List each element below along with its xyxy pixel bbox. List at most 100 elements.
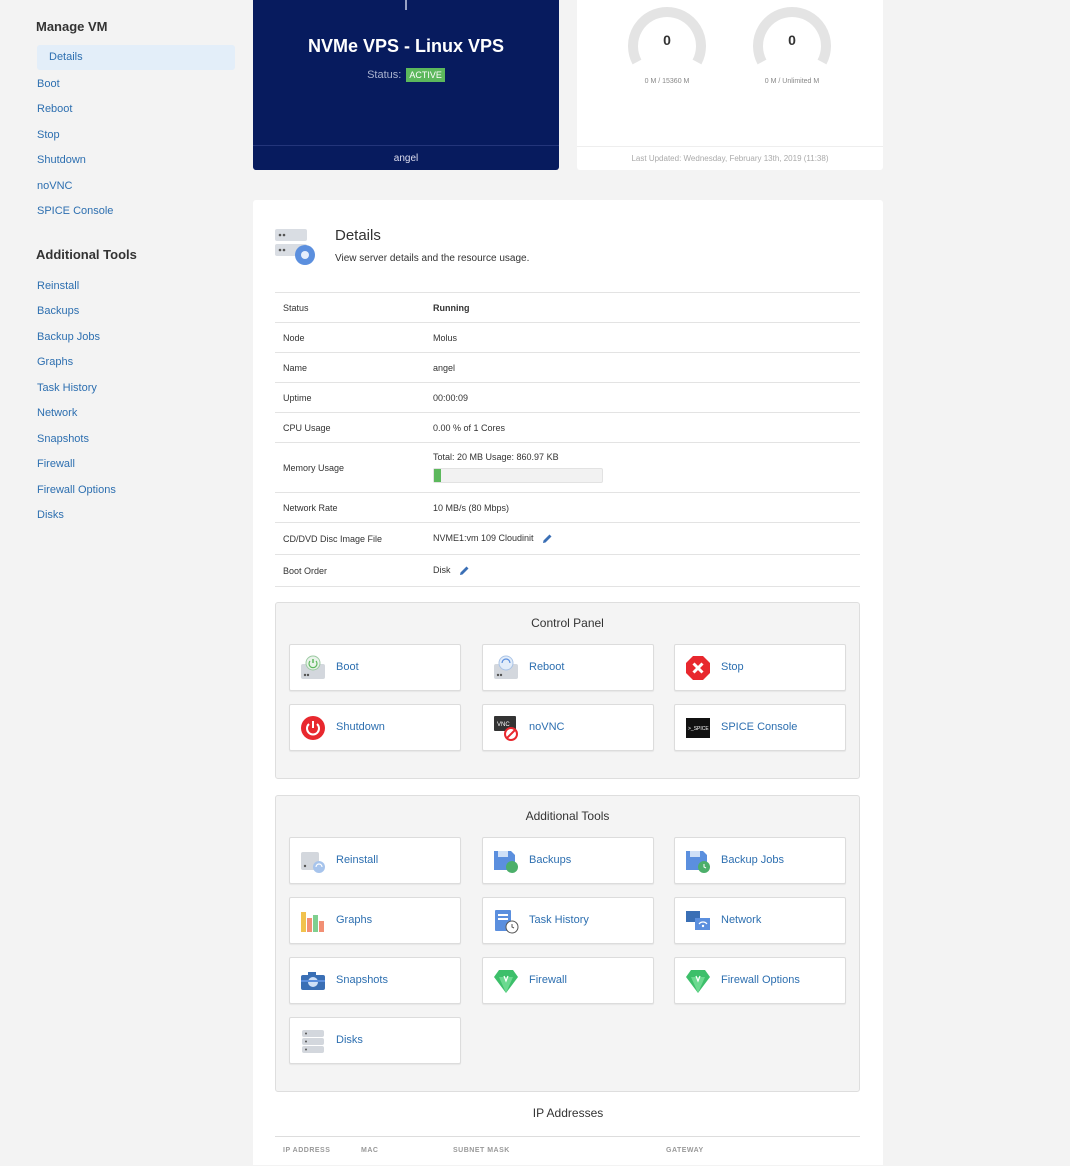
sidebar-item-details[interactable]: Details xyxy=(37,45,235,70)
reboot-icon xyxy=(494,655,518,679)
row-label: CPU Usage xyxy=(275,412,425,443)
tile-label: Snapshots xyxy=(336,974,388,986)
edit-pencil-icon[interactable] xyxy=(542,533,553,544)
svg-text:>_SPICE: >_SPICE xyxy=(688,726,709,732)
memory-progress-bar xyxy=(433,468,603,483)
details-panel: Details View server details and the reso… xyxy=(253,200,883,1165)
edit-pencil-icon[interactable] xyxy=(459,565,470,576)
sidebar-item-firewall[interactable]: Firewall xyxy=(37,458,75,470)
cube-logo-icon xyxy=(405,0,407,10)
disks-button[interactable]: Disks xyxy=(289,1017,461,1064)
sidebar-item-backups[interactable]: Backups xyxy=(37,305,79,317)
sidebar-item-graphs[interactable]: Graphs xyxy=(37,356,73,368)
last-updated: Last Updated: Wednesday, February 13th, … xyxy=(577,146,883,171)
task-history-icon xyxy=(495,910,519,934)
disks-icon xyxy=(302,1030,324,1053)
stop-icon xyxy=(686,656,710,680)
tile-label: Backups xyxy=(529,854,572,866)
tile-label: noVNC xyxy=(529,721,565,733)
backup-jobs-button[interactable]: Backup Jobs xyxy=(674,837,846,884)
sidebar-item-boot[interactable]: Boot xyxy=(37,78,60,90)
row-label: Boot Order xyxy=(275,554,425,587)
memory-progress-fill xyxy=(434,469,441,482)
cdrom-value: NVME1:vm 109 Cloudinit xyxy=(433,532,534,543)
sidebar-item-reinstall[interactable]: Reinstall xyxy=(37,280,79,292)
boot-button[interactable]: Boot xyxy=(289,644,461,691)
task-history-button[interactable]: Task History xyxy=(482,897,654,944)
status-label: Status: xyxy=(367,69,402,81)
status-badge: ACTIVE xyxy=(406,68,445,82)
row-label: Memory Usage xyxy=(275,442,425,493)
graphs-button[interactable]: Graphs xyxy=(289,897,461,944)
spice-console-button[interactable]: >_SPICE SPICE Console xyxy=(674,704,846,751)
sidebar-item-backup-jobs[interactable]: Backup Jobs xyxy=(37,331,100,343)
tile-label: Reinstall xyxy=(336,854,379,866)
tile-label: Task History xyxy=(529,914,589,926)
reboot-button[interactable]: Reboot xyxy=(482,644,654,691)
tile-label: Network xyxy=(721,914,762,926)
sidebar-item-firewall-options[interactable]: Firewall Options xyxy=(37,484,116,496)
tile-label: Firewall xyxy=(529,974,567,986)
bandwidth-gauge: 0 xyxy=(752,0,832,80)
sidebar-item-snapshots[interactable]: Snapshots xyxy=(37,433,89,445)
row-label: Name xyxy=(275,352,425,383)
sidebar-item-network[interactable]: Network xyxy=(37,407,77,419)
gauge-caption: 0 M / 15360 M xyxy=(644,78,690,85)
sidebar-item-label: Details xyxy=(49,51,83,63)
graphs-icon xyxy=(301,912,324,932)
table-row: Name angel xyxy=(275,352,860,383)
gauge-caption: 0 M / Unlimited M xyxy=(764,78,820,85)
sidebar-item-spice-console[interactable]: SPICE Console xyxy=(37,205,113,217)
tile-label: Firewall Options xyxy=(721,974,800,986)
boot-order-value: Disk xyxy=(433,564,451,575)
sidebar-item-stop[interactable]: Stop xyxy=(37,129,60,141)
name-value: angel xyxy=(425,352,860,383)
sidebar-item-disks[interactable]: Disks xyxy=(37,509,64,521)
shutdown-button[interactable]: Shutdown xyxy=(289,704,461,751)
table-row: Uptime 00:00:09 xyxy=(275,382,860,413)
table-row: Status Running xyxy=(275,292,860,323)
column-header: GATEWAY xyxy=(666,1147,704,1154)
column-header: SUBNET MASK xyxy=(453,1147,510,1154)
column-header: MAC xyxy=(361,1147,379,1154)
firewall-options-button[interactable]: Firewall Options xyxy=(674,957,846,1004)
reinstall-button[interactable]: Reinstall xyxy=(289,837,461,884)
table-row: Memory Usage Total: 20 MB Usage: 860.97 … xyxy=(275,442,860,493)
row-label: Network Rate xyxy=(275,492,425,523)
table-row: Boot Order Disk xyxy=(275,554,860,587)
server-icon xyxy=(275,229,315,265)
sidebar-item-reboot[interactable]: Reboot xyxy=(37,103,72,115)
product-title: NVMe VPS - Linux VPS xyxy=(307,36,505,56)
sidebar-item-novnc[interactable]: noVNC xyxy=(37,180,72,192)
row-label: Status xyxy=(275,292,425,323)
reinstall-icon xyxy=(301,852,325,873)
stop-button[interactable]: Stop xyxy=(674,644,846,691)
snapshots-icon xyxy=(301,972,325,990)
memory-value: Total: 20 MB Usage: 860.97 KB xyxy=(433,452,559,462)
table-row: CPU Usage 0.00 % of 1 Cores xyxy=(275,412,860,443)
snapshots-button[interactable]: Snapshots xyxy=(289,957,461,1004)
backups-button[interactable]: Backups xyxy=(482,837,654,884)
table-row: Node Molus xyxy=(275,322,860,353)
tile-label: Reboot xyxy=(529,661,565,673)
manage-vm-heading: Manage VM xyxy=(36,19,108,34)
gauge-value: 0 xyxy=(663,32,671,48)
network-icon xyxy=(686,911,710,930)
sidebar-item-shutdown[interactable]: Shutdown xyxy=(37,154,86,166)
novnc-button[interactable]: VNC noVNC xyxy=(482,704,654,751)
cpu-value: 0.00 % of 1 Cores xyxy=(425,412,860,443)
sidebar-item-task-history[interactable]: Task History xyxy=(37,382,97,394)
network-value: 10 MB/s (80 Mbps) xyxy=(425,492,860,523)
vnc-icon: VNC xyxy=(494,716,518,741)
details-table: Status Running Node Molus Name angel Upt… xyxy=(275,292,860,587)
disk-gauge: 0 xyxy=(627,0,707,80)
table-row: Network Rate 10 MB/s (80 Mbps) xyxy=(275,492,860,523)
network-button[interactable]: Network xyxy=(674,897,846,944)
ip-addresses-title: IP Addresses xyxy=(532,1106,604,1120)
boot-icon xyxy=(301,655,325,679)
firewall-button[interactable]: Firewall xyxy=(482,957,654,1004)
row-label: Uptime xyxy=(275,382,425,413)
control-panel: Control Panel Boot Reboot Stop Shutdown … xyxy=(275,602,860,779)
product-card: NVMe VPS - Linux VPS Status: ACTIVE ange… xyxy=(253,0,559,170)
row-label: Node xyxy=(275,322,425,353)
